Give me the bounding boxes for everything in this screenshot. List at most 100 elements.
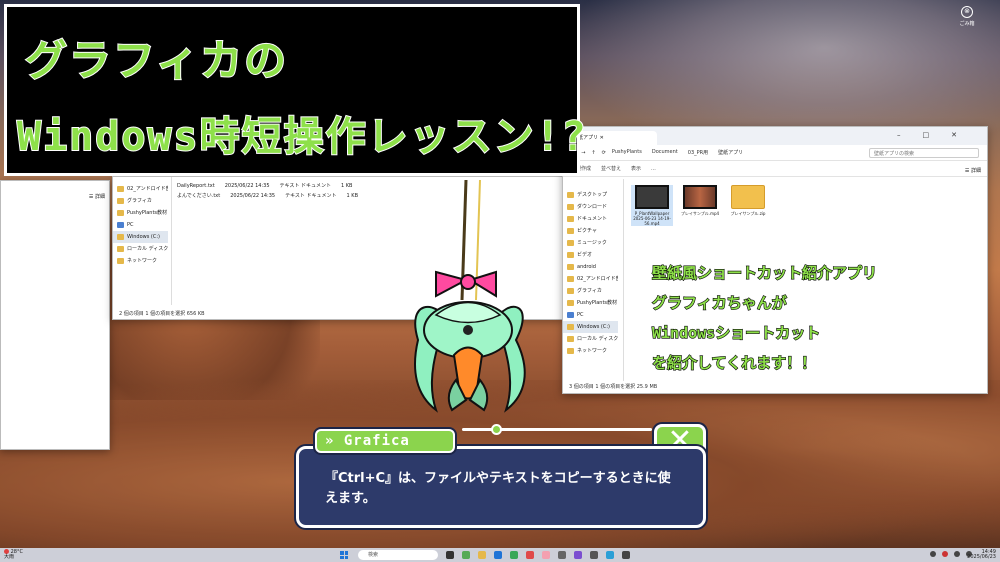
breadcrumb-item[interactable]: 03_PR用 [688,149,708,156]
app-icon[interactable] [606,551,614,559]
command-button[interactable]: 表示 [631,165,641,172]
file-grid: P_PlantWallpaper 2025-06-23 14-19-56.mp4… [631,185,769,226]
breadcrumb: PushyPlants Document 03_PR用 壁紙アプリ [612,149,863,156]
chrome-icon[interactable] [510,551,518,559]
pane-divider [171,177,172,305]
window-controls[interactable]: –□✕ [897,131,979,139]
taskbar-apps [446,551,630,559]
folder-icon[interactable] [478,551,486,559]
sidebar-item[interactable]: デスクトップ [563,189,618,201]
file-date: 2025/06/22 14:35 [224,183,270,189]
sidebar-item[interactable]: グラフィカ [563,285,618,297]
navigation-pane: 02_アンドロイド部 グラフィカ PushyPlants教材 PC Windows (C… [113,183,168,267]
refresh-icon[interactable]: ⟳ [602,150,606,156]
sidebar-item[interactable]: ダウンロード [563,201,618,213]
address-bar[interactable]: ← → ↑ ⟳ PushyPlantsDocument03_PR用壁紙アプリ 壁… [563,145,987,161]
file-name: プレイサンプル.mp4 [680,211,720,216]
breadcrumb-item[interactable]: PushyPlants [612,149,642,156]
file-name: よんでください.txt [177,193,221,199]
file-date: 2025/06/22 14:35 [230,193,276,199]
app-icon[interactable] [590,551,598,559]
zip-file-icon [731,185,765,209]
app-icon[interactable] [622,551,630,559]
command-bar: 新規作成 並べ替え 表示... [563,161,987,177]
edge-icon[interactable] [494,551,502,559]
status-bar: 3 個の項目 1 個の項目を選択 25.9 MB [569,384,658,390]
file-name: プレイサンプル.zip [730,211,766,216]
sidebar-item[interactable]: android [563,261,618,273]
caption-line: グラフィカちゃんが [651,293,787,312]
video-file-icon [635,185,669,209]
sidebar-item[interactable]: ビデオ [563,249,618,261]
view-details-button[interactable]: ☰ 詳細 [965,167,981,174]
speaker-name: » Grafica [315,429,455,453]
file-size: 1 KB [340,183,353,189]
tray-icon[interactable] [942,551,948,557]
file-name: P_PlantWallpaper 2025-06-23 14-19-56.mp4 [633,211,671,226]
video-file-icon [683,185,717,209]
file-name: DailyReport.txt [177,183,215,189]
command-button[interactable]: 並べ替え [601,165,621,172]
weather-label: 大雨 [4,554,15,560]
clock[interactable]: 14:49 2025/06/23 [967,550,996,560]
sidebar-item[interactable]: PushyPlants教材 [563,297,618,309]
caption-line: 壁紙風ショートカット紹介アプリ [651,263,878,282]
sidebar-item[interactable]: ローカル ディスク [113,243,168,255]
sidebar-item[interactable]: Windows (C:) [563,321,618,333]
view-details-button[interactable]: ☰ 詳細 [89,193,105,200]
file-size: 1 KB [346,193,358,199]
sidebar-item[interactable]: ミュージック [563,237,618,249]
file-type: テキスト ドキュメント [285,193,337,199]
sidebar-item[interactable]: ピクチャ [563,225,618,237]
promo-caption: 壁紙風ショートカット紹介アプリ グラフィカちゃんが Windowsショートカット… [651,258,992,378]
weather-widget[interactable]: 28°C 大雨 [4,549,23,560]
file-item[interactable]: プレイサンプル.mp4 [679,185,721,226]
pane-divider [623,179,624,381]
recycle-bin-desktop-icon[interactable]: ⊗ ごみ箱 [952,6,982,27]
breadcrumb-item[interactable]: 壁紙アプリ [718,149,743,156]
app-icon[interactable] [558,551,566,559]
navigation-pane: デスクトップ ダウンロード ドキュメント ピクチャ ミュージック ビデオ android 02… [563,189,618,357]
app-icon[interactable] [526,551,534,559]
sidebar-item[interactable]: 02_アンドロイド部 [113,183,168,195]
caption-line: を紹介してくれます！！ [651,353,817,372]
sidebar-item[interactable]: ネットワーク [563,345,618,357]
visual-studio-icon[interactable] [574,551,582,559]
sidebar-item[interactable]: PushyPlants教材 [113,207,168,219]
tray-icon[interactable] [930,551,936,557]
sidebar-item[interactable]: グラフィカ [113,195,168,207]
sidebar-item[interactable]: ネットワーク [113,255,168,267]
taskbar: 28°C 大雨 検索 14:49 2025/06/23 [0,548,1000,562]
title-bar: 壁紙アプリ ✕ –□✕ [563,127,987,145]
grafica-character[interactable] [396,180,546,420]
banner-line-2: Windows時短操作レッスン!? [16,113,588,161]
explorer-window-left[interactable]: ☰ 詳細 [0,180,110,450]
file-type: テキスト ドキュメント [279,183,331,189]
breadcrumb-item[interactable]: Document [652,149,678,156]
taskbar-search[interactable]: 検索 [358,550,438,560]
title-banner: グラフィカの Windows時短操作レッスン!? [4,4,588,176]
system-tray [930,551,972,557]
caption-line: Windowsショートカット [651,323,821,342]
app-icon[interactable] [446,551,454,559]
sidebar-item[interactable]: Windows (C:) [113,231,168,243]
windows-start-icon[interactable] [340,551,348,559]
search-input[interactable]: 壁紙アプリの検索 [869,147,979,158]
dialog-box: » Grafica 『Ctrl+C』は、ファイルやテキストをコピーするときに使え… [296,429,706,528]
command-button[interactable]: ... [651,166,656,172]
banner-line-1: グラフィカの [24,35,289,86]
app-icon[interactable] [542,551,550,559]
recycle-bin-label: ごみ箱 [959,21,975,27]
status-bar: 2 個の項目 1 個の項目を選択 656 KB [119,311,205,317]
recycle-bin-icon: ⊗ [961,6,973,18]
sidebar-item[interactable]: PC [563,309,618,321]
sidebar-item[interactable]: 02_アンドロイド部 [563,273,618,285]
sidebar-item[interactable]: ドキュメント [563,213,618,225]
file-item[interactable]: P_PlantWallpaper 2025-06-23 14-19-56.mp4 [631,185,673,226]
sidebar-item[interactable]: PC [113,219,168,231]
up-icon[interactable]: ↑ [591,150,595,156]
wifi-icon[interactable] [954,551,960,557]
file-item[interactable]: プレイサンプル.zip [727,185,769,226]
app-icon[interactable] [462,551,470,559]
sidebar-item[interactable]: ローカル ディスク [563,333,618,345]
